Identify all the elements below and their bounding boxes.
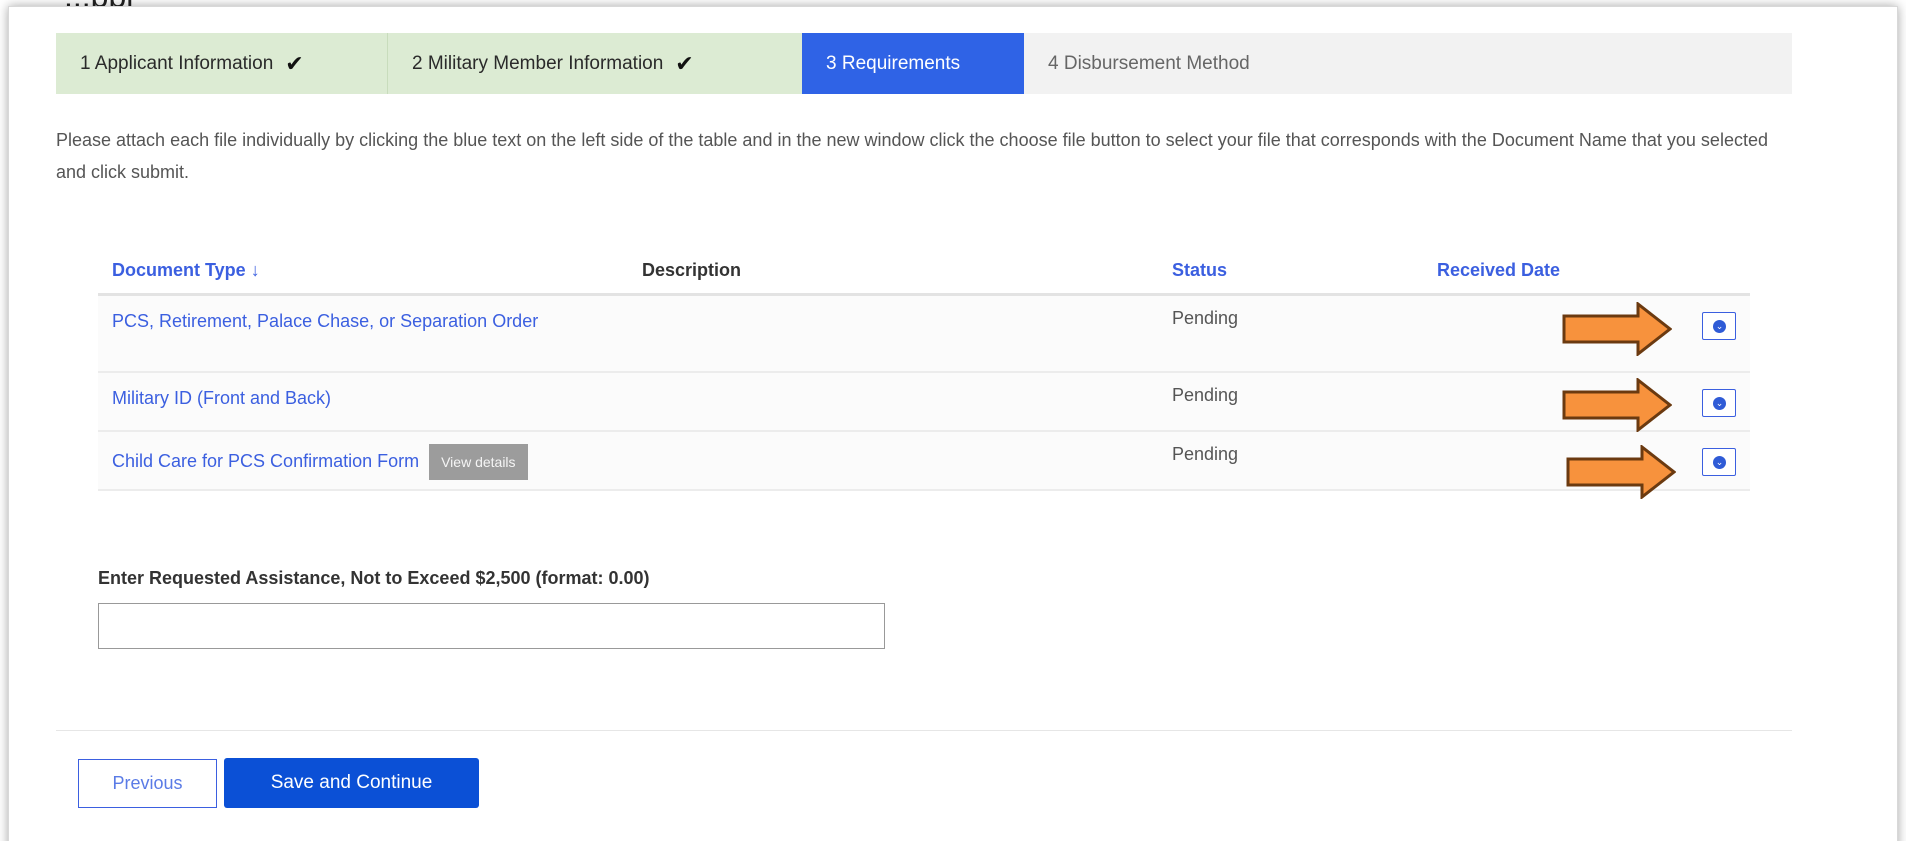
sort-down-arrow-icon: ↓: [250, 259, 260, 280]
status-cell: Pending: [1158, 294, 1423, 373]
document-type-cell: Child Care for PCS Confirmation Form View…: [98, 431, 628, 491]
status-cell: Pending: [1158, 431, 1423, 491]
right-arrow-icon: [1562, 302, 1672, 356]
column-header-actions: [1680, 248, 1750, 296]
status-cell: Pending: [1158, 372, 1423, 432]
step-label: 3 Requirements: [826, 52, 961, 74]
step-military-member-information[interactable]: 2 Military Member Information ✔: [387, 33, 802, 94]
checkmark-icon: ✔: [675, 50, 694, 76]
table-header-row: Document Type ↓ Description Status Recei…: [98, 248, 1750, 296]
table-row: Military ID (Front and Back) Pending ⌄: [98, 372, 1750, 432]
right-arrow-icon: [1566, 445, 1676, 499]
table-row: Child Care for PCS Confirmation Form View…: [98, 431, 1750, 491]
column-header-document-type[interactable]: Document Type ↓: [98, 248, 628, 296]
description-cell: [628, 372, 1158, 432]
actions-cell: ⌄: [1680, 294, 1750, 373]
row-expand-button[interactable]: ⌄: [1702, 389, 1736, 417]
column-header-status[interactable]: Status: [1158, 248, 1423, 296]
description-cell: [628, 294, 1158, 373]
description-cell: [628, 431, 1158, 491]
view-details-button[interactable]: View details: [429, 444, 528, 480]
step-requirements[interactable]: 3 Requirements: [802, 33, 1024, 94]
save-and-continue-button[interactable]: Save and Continue: [224, 758, 479, 808]
step-label: 1 Applicant Information: [80, 52, 274, 74]
checkmark-icon: ✔: [285, 50, 304, 76]
chevron-down-icon: ⌄: [1713, 456, 1726, 469]
requested-assistance-label: Enter Requested Assistance, Not to Excee…: [98, 568, 650, 588]
requested-assistance-input[interactable]: [98, 603, 885, 649]
row-expand-button[interactable]: ⌄: [1702, 448, 1736, 476]
step-label: 2 Military Member Information: [412, 52, 664, 74]
document-type-link[interactable]: PCS, Retirement, Palace Chase, or Separa…: [98, 294, 628, 373]
document-type-link[interactable]: Child Care for PCS Confirmation Form: [112, 451, 419, 471]
right-arrow-icon: [1562, 378, 1672, 432]
divider: [56, 730, 1792, 731]
step-applicant-information[interactable]: 1 Applicant Information ✔: [56, 33, 387, 94]
instructions-text: Please attach each file individually by …: [56, 130, 1768, 182]
column-header-received-date[interactable]: Received Date: [1423, 248, 1680, 296]
table-row: PCS, Retirement, Palace Chase, or Separa…: [98, 294, 1750, 373]
step-progress-bar: 1 Applicant Information ✔ 2 Military Mem…: [56, 33, 1792, 94]
requirements-table: Document Type ↓ Description Status Recei…: [98, 248, 1750, 491]
chevron-down-icon: ⌄: [1713, 397, 1726, 410]
actions-cell: ⌄: [1680, 372, 1750, 432]
actions-cell: ⌄: [1680, 431, 1750, 491]
previous-button[interactable]: Previous: [78, 759, 217, 808]
step-disbursement-method[interactable]: 4 Disbursement Method: [1024, 33, 1274, 94]
row-expand-button[interactable]: ⌄: [1702, 311, 1736, 340]
column-header-description: Description: [628, 248, 1158, 296]
chevron-down-icon: ⌄: [1713, 319, 1726, 333]
document-type-link[interactable]: Military ID (Front and Back): [98, 372, 628, 432]
step-label: 4 Disbursement Method: [1048, 52, 1250, 74]
